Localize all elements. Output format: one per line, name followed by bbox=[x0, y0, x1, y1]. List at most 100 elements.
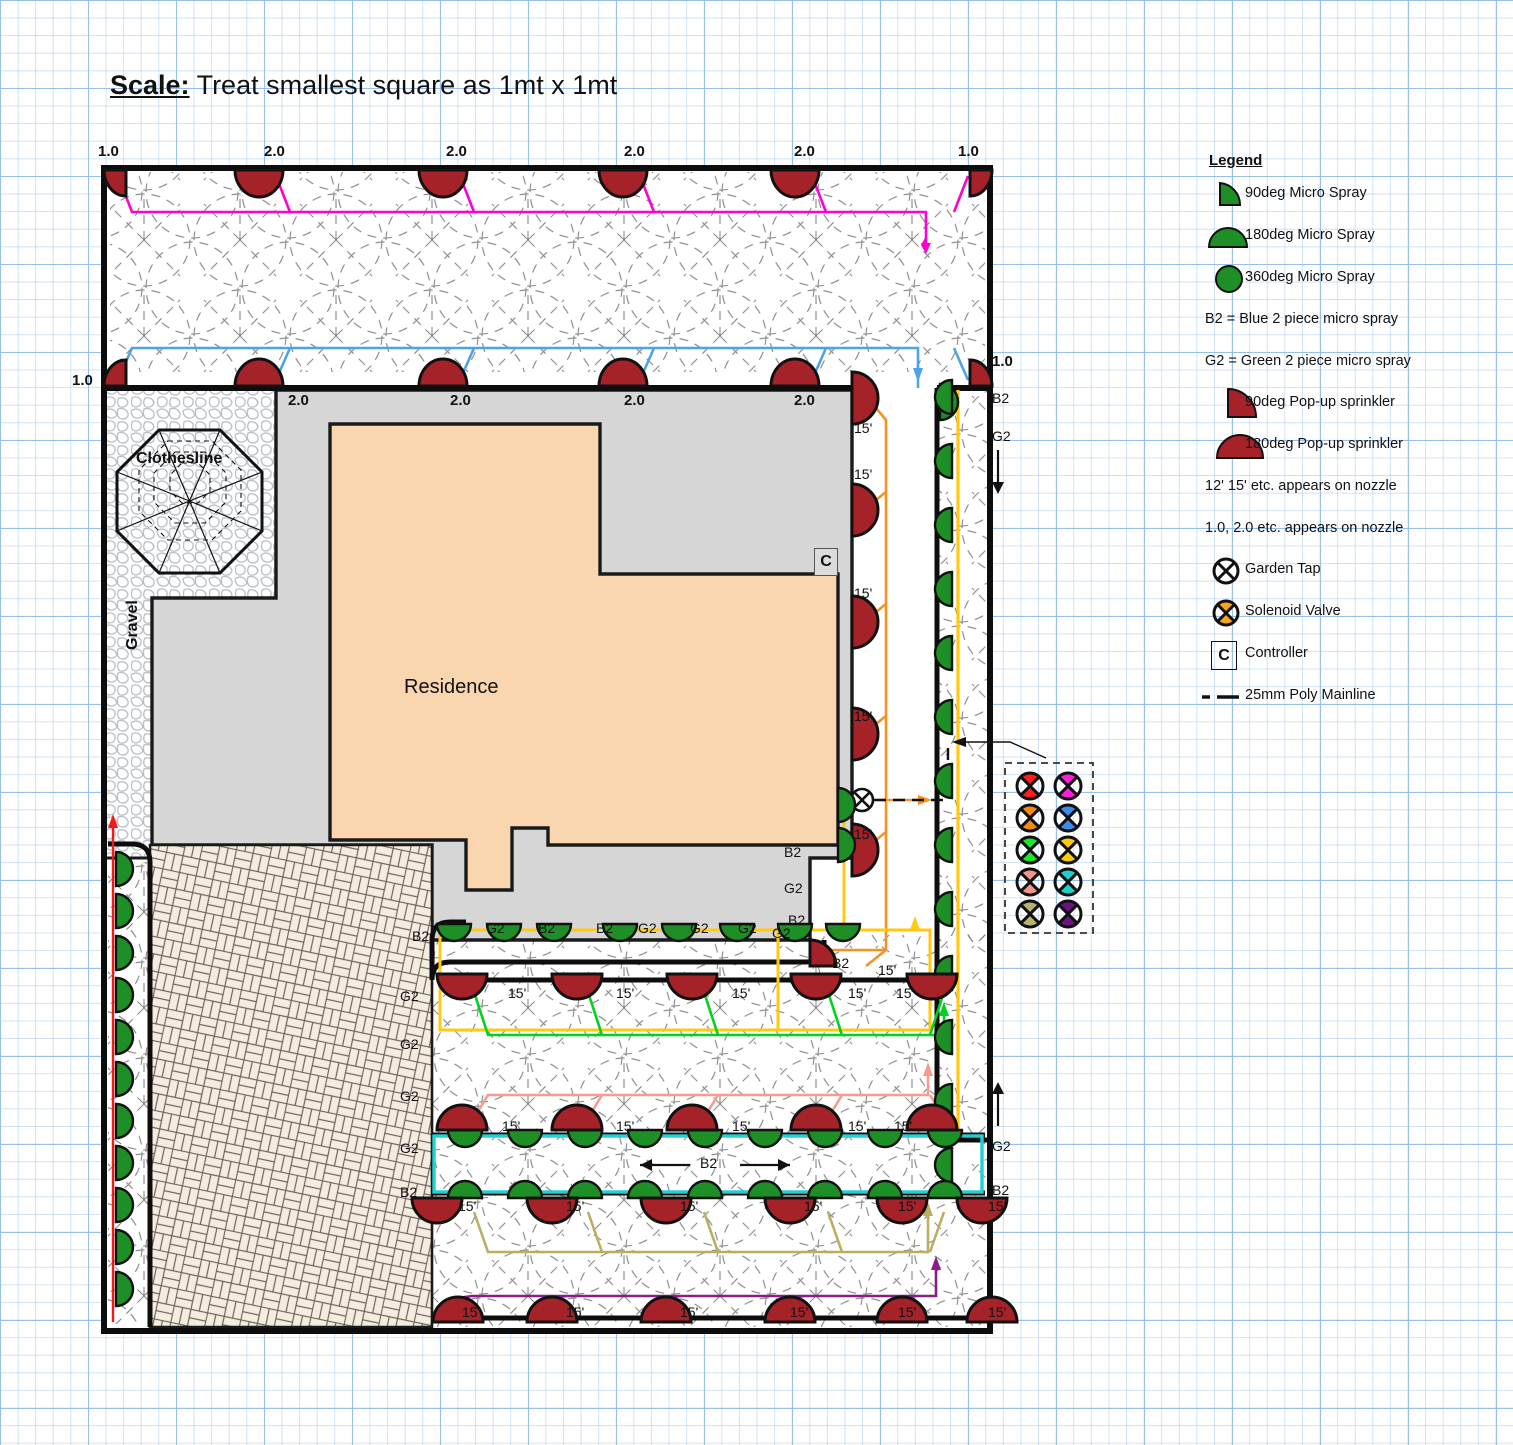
legend-item-label: B2 = Blue 2 piece micro spray bbox=[1205, 311, 1399, 327]
nozzle-label: 15' bbox=[988, 1304, 1007, 1320]
nozzle-label: 1.0 bbox=[98, 143, 119, 160]
controller-symbol[interactable]: C bbox=[814, 548, 838, 576]
mainline-icon bbox=[1202, 695, 1239, 699]
nozzle-label: 15' bbox=[616, 985, 635, 1001]
nozzle-label: 2.0 bbox=[624, 143, 645, 160]
legend-item-label: 180deg Micro Spray bbox=[1245, 227, 1375, 243]
zone-label-g2: G2 bbox=[400, 1140, 419, 1156]
nozzle-label: 15' bbox=[508, 985, 527, 1001]
nozzle-label: 15' bbox=[804, 1198, 823, 1214]
nozzle-label: 1.0 bbox=[992, 353, 1013, 370]
zone-label-b2: B2 bbox=[400, 1184, 418, 1200]
nozzle-label: 15' bbox=[854, 466, 873, 482]
legend-item-label: 90deg Pop-up sprinkler bbox=[1245, 394, 1395, 410]
zone-label-b2: B2 bbox=[412, 928, 430, 944]
solenoid-valve-icon[interactable] bbox=[1053, 899, 1083, 929]
zone-label-b2: B2 bbox=[784, 844, 802, 860]
zone-label-g2: G2 bbox=[400, 1088, 419, 1104]
solenoid-valve-icon[interactable] bbox=[1053, 803, 1083, 833]
solenoid-valve-icon bbox=[1212, 599, 1240, 627]
paver-patio bbox=[148, 843, 434, 1329]
solenoid-valve-icon[interactable] bbox=[1053, 867, 1083, 897]
nozzle-label: 1.0 bbox=[72, 372, 93, 389]
nozzle-label: 2.0 bbox=[624, 392, 645, 409]
nozzle-label: 15' bbox=[894, 1118, 913, 1134]
nozzle-label: 15' bbox=[854, 420, 873, 436]
clothesline-label: Clothesline bbox=[136, 450, 223, 467]
micro-spray-180-icon bbox=[1207, 227, 1249, 248]
micro-spray-360-icon bbox=[1215, 265, 1243, 293]
nozzle-label: 15' bbox=[854, 826, 873, 842]
micro-spray-column-left bbox=[114, 850, 135, 1308]
legend-item-label: Garden Tap bbox=[1245, 561, 1321, 577]
legend-item-label: 360deg Micro Spray bbox=[1245, 269, 1375, 285]
zone-arrow-right-mid bbox=[992, 1082, 1004, 1126]
nozzle-label: 15' bbox=[878, 962, 897, 978]
nozzle-label: 15' bbox=[566, 1198, 585, 1214]
nozzle-label: 15' bbox=[898, 1198, 917, 1214]
nozzle-label: 15' bbox=[462, 1304, 481, 1320]
garden-tap-icon bbox=[1212, 557, 1240, 585]
legend-item-label: 12' 15' etc. appears on nozzle bbox=[1205, 478, 1397, 494]
valve-manifold[interactable] bbox=[1004, 762, 1094, 934]
legend-item-label: Controller bbox=[1245, 645, 1308, 661]
nozzle-label: 15' bbox=[988, 1198, 1007, 1214]
zone-label-b2: B2 bbox=[596, 920, 614, 936]
zone-label-b2: B2 bbox=[992, 1182, 1010, 1198]
zone-label-g2: G2 bbox=[772, 925, 791, 941]
zone-label-g2: G2 bbox=[690, 920, 709, 936]
nozzle-label: 15' bbox=[898, 1304, 917, 1320]
solenoid-valve-icon[interactable] bbox=[1015, 899, 1045, 929]
gravel-label: Gravel bbox=[124, 600, 141, 650]
solenoid-valve-icon[interactable] bbox=[1015, 803, 1045, 833]
nozzle-label: 15' bbox=[896, 985, 915, 1001]
nozzle-label: 15' bbox=[616, 1118, 635, 1134]
irrigation-plan-drawing bbox=[101, 165, 1047, 1334]
solenoid-valve-icon[interactable] bbox=[1015, 771, 1045, 801]
nozzle-label: 15' bbox=[848, 985, 867, 1001]
residence-label: Residence bbox=[404, 676, 499, 698]
legend-item-label: Solenoid Valve bbox=[1245, 603, 1341, 619]
nozzle-label: 15' bbox=[680, 1304, 699, 1320]
nozzle-label: 15' bbox=[848, 1118, 867, 1134]
legend-heading: Legend bbox=[1209, 152, 1263, 169]
legend-item-label: 180deg Pop-up sprinkler bbox=[1245, 436, 1403, 452]
zone-arrow-right-top bbox=[992, 450, 1004, 494]
legend-item-label: 90deg Micro Spray bbox=[1245, 185, 1367, 201]
zone-label-g2: G2 bbox=[738, 920, 757, 936]
nozzle-label: 2.0 bbox=[264, 143, 285, 160]
solenoid-valve-icon[interactable] bbox=[1053, 835, 1083, 865]
zone-label-g2: G2 bbox=[400, 1036, 419, 1052]
nozzle-label: 2.0 bbox=[288, 392, 309, 409]
legend-item-label: G2 = Green 2 piece micro spray bbox=[1205, 353, 1411, 369]
nozzle-label: 15' bbox=[732, 985, 751, 1001]
zone-label-g2: G2 bbox=[486, 920, 505, 936]
controller-icon: C bbox=[1211, 641, 1237, 670]
zone-label-g2: G2 bbox=[400, 988, 419, 1004]
nozzle-label: 15' bbox=[680, 1198, 699, 1214]
nozzle-label: 15' bbox=[458, 1198, 477, 1214]
solenoid-valve-icon[interactable] bbox=[1015, 867, 1045, 897]
nozzle-label: 15' bbox=[790, 1304, 809, 1320]
nozzle-label: 2.0 bbox=[794, 392, 815, 409]
zone-label-g2: G2 bbox=[784, 880, 803, 896]
nozzle-label: 15' bbox=[502, 1118, 521, 1134]
nozzle-label: 1.0 bbox=[958, 143, 979, 160]
zone-label-b2: B2 bbox=[700, 1155, 718, 1171]
zone-label-g2: G2 bbox=[638, 920, 657, 936]
zone-label-g2: G2 bbox=[992, 428, 1011, 444]
nozzle-label: 15' bbox=[566, 1304, 585, 1320]
micro-spray-90-icon bbox=[1219, 181, 1242, 206]
zone-label-b2: B2 bbox=[538, 920, 556, 936]
nozzle-label: 15' bbox=[854, 585, 873, 601]
solenoid-valve-icon[interactable] bbox=[1015, 835, 1045, 865]
zone-label-g2: G2 bbox=[992, 1138, 1011, 1154]
nozzle-label: 2.0 bbox=[450, 392, 471, 409]
solenoid-valve-icon[interactable] bbox=[1053, 771, 1083, 801]
legend-item-label: 25mm Poly Mainline bbox=[1245, 687, 1376, 703]
zone-label-b2: B2 bbox=[992, 390, 1010, 406]
zone-label-b2: B2 bbox=[832, 955, 850, 971]
nozzle-label: 2.0 bbox=[794, 143, 815, 160]
nozzle-label: 15' bbox=[854, 708, 873, 724]
nozzle-label: 15' bbox=[732, 1118, 751, 1134]
